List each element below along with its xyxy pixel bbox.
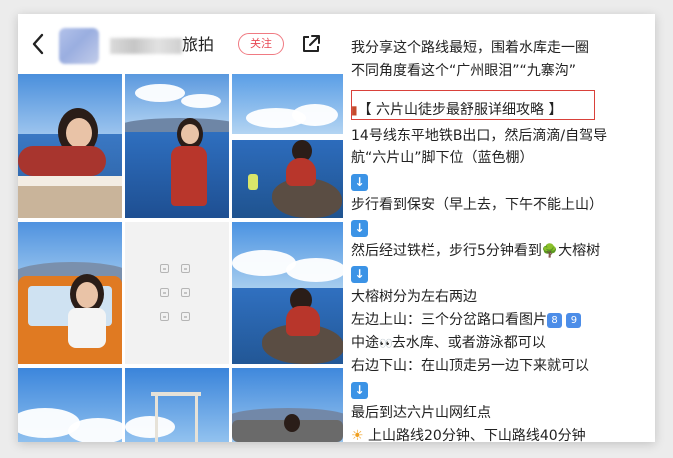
step1-line-2: 航“六片山”脚下位（蓝色棚） [351, 150, 534, 166]
arrow-down-icon: ↓ [351, 266, 368, 283]
post-content: 我分享这个路线最短，围着水库走一圈 不同角度看这个“广州眼泪”“九寨沟” ▮【 … [351, 14, 651, 442]
photo-5-loading[interactable] [125, 222, 229, 364]
step4-line-4: 右边下山：在山顶走另一边下来就可以 [351, 358, 589, 374]
photo-1[interactable] [18, 74, 122, 218]
step4-line-2-text: 左边上山：三个分岔路口看图片 [351, 312, 547, 328]
arrow-down-icon: ↓ [351, 382, 368, 399]
image-placeholder-icon [181, 264, 190, 273]
photo-grid [18, 74, 343, 442]
follow-button[interactable]: 关注 [238, 33, 284, 55]
avatar[interactable] [59, 28, 99, 64]
step6: ☀ 上山路线20分钟、下山路线40分钟 [351, 426, 586, 442]
sun-icon: ☀ [351, 428, 364, 442]
photo-6[interactable] [232, 222, 343, 364]
step6-text: 上山路线20分钟、下山路线40分钟 [368, 428, 586, 442]
photo-3[interactable] [232, 74, 343, 218]
arrow-row: ↓ [351, 218, 368, 238]
number-8-icon: 8 [547, 313, 562, 328]
photo-2[interactable] [125, 74, 229, 218]
photo-9[interactable] [232, 368, 343, 442]
username-blurred [110, 38, 182, 54]
username-suffix[interactable]: 旅拍 [182, 35, 214, 55]
photo-7[interactable] [18, 368, 122, 442]
image-placeholder-icon [181, 312, 190, 321]
arrow-row: ↓ [351, 172, 368, 192]
step3-text: 然后经过铁栏，步行5分钟看到 [351, 243, 542, 259]
step4-line-3: 中途👀去水库、或者游泳都可以 [351, 333, 546, 354]
step3-end: 大榕树 [558, 243, 601, 259]
share-icon[interactable] [300, 33, 322, 55]
intro-line-2: 不同角度看这个“广州眼泪”“九寨沟” [351, 63, 577, 79]
arrow-row: ↓ [351, 264, 368, 284]
image-placeholder-icon [160, 288, 169, 297]
eyes-icon: 👀 [379, 337, 393, 350]
arrow-down-icon: ↓ [351, 174, 368, 191]
step3: 然后经过铁栏，步行5分钟看到🌳大榕树 [351, 241, 600, 262]
image-placeholder-icon [160, 264, 169, 273]
step4-line-1: 大榕树分为左右两边 [351, 289, 477, 305]
post-card: 旅拍 关注 我分享这个路线最短，围着水库走一圈 不同角度看这个“广州眼泪”“九寨… [18, 14, 655, 442]
arrow-row: ↓ [351, 380, 368, 400]
step4-line-3-a: 中途 [351, 335, 379, 351]
photo-8[interactable] [125, 368, 229, 442]
step5: 最后到达六片山网红点 [351, 405, 491, 421]
arrow-down-icon: ↓ [351, 220, 368, 237]
image-placeholder-icon [181, 288, 190, 297]
title-highlight-box [351, 90, 595, 120]
step4-line-3-b: 去水库、或者游泳都可以 [391, 335, 546, 351]
number-9-icon: 9 [566, 313, 582, 328]
step4-line-2: 左边上山：三个分岔路口看图片 8 9 [351, 310, 582, 330]
post-header: 旅拍 关注 [18, 14, 343, 74]
step2: 步行看到保安（早上去，下午不能上山） [351, 197, 603, 213]
intro-line-1: 我分享这个路线最短，围着水库走一圈 [351, 40, 589, 56]
photo-4[interactable] [18, 222, 122, 364]
tree-icon: 🌳 [541, 244, 559, 259]
chevron-left-icon[interactable] [30, 32, 46, 56]
step1-line-1: 14号线东平地铁B出口，然后滴滴/自驾导 [351, 128, 608, 144]
image-placeholder-icon [160, 312, 169, 321]
